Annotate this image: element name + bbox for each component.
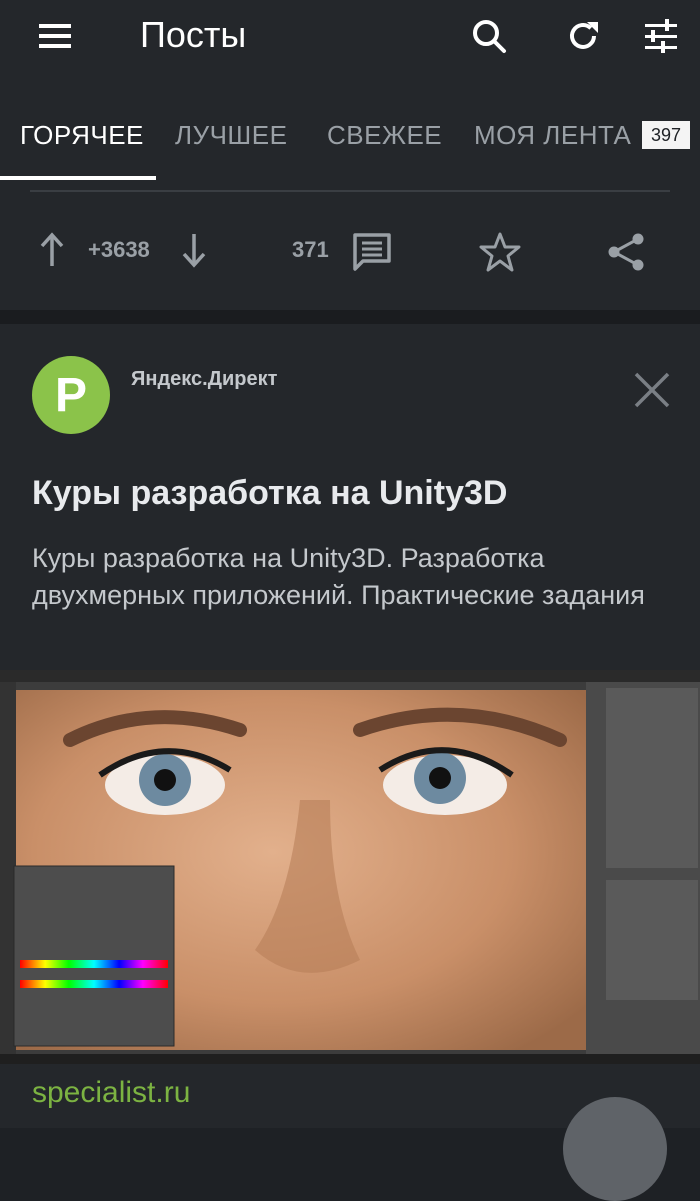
post-footer: +3638 371	[0, 180, 700, 310]
menu-icon[interactable]	[35, 16, 75, 56]
divider	[30, 190, 670, 192]
ad-title[interactable]: Куры разработка на Unity3D	[32, 474, 507, 513]
comment-icon[interactable]	[350, 230, 394, 274]
feed-count-badge: 397	[642, 121, 690, 149]
close-icon[interactable]	[630, 368, 674, 412]
ad-description: Куры разработка на Unity3D. Разработка д…	[32, 543, 645, 610]
tab-fresh[interactable]: СВЕЖЕЕ	[327, 120, 442, 151]
tab-hot[interactable]: ГОРЯЧЕЕ	[20, 120, 144, 151]
arrow-up-icon[interactable]	[34, 230, 70, 270]
post-rating: +3638	[88, 237, 150, 262]
advertiser-name: Яндекс.Директ	[131, 368, 278, 390]
floating-action-button[interactable]	[563, 1097, 667, 1201]
filter-icon[interactable]	[641, 16, 681, 56]
tab-my-feed[interactable]: МОЯ ЛЕНТА	[474, 120, 631, 151]
ad-image[interactable]	[0, 670, 700, 1064]
comments-count: 371	[292, 237, 329, 262]
ad-card[interactable]: P Яндекс.Директ Куры разработка на Unity…	[0, 324, 700, 1128]
arrow-down-icon[interactable]	[176, 230, 212, 270]
tab-bar: ГОРЯЧЕЕ ЛУЧШЕЕ СВЕЖЕЕ МОЯ ЛЕНТА	[0, 108, 700, 180]
search-icon[interactable]	[469, 16, 509, 56]
app-bar: Посты ГОРЯЧЕЕ ЛУЧШЕЕ СВЕЖЕЕ МОЯ ЛЕНТА 39…	[0, 0, 700, 180]
ad-domain-link[interactable]: specialist.ru	[32, 1076, 190, 1110]
refresh-icon[interactable]	[563, 16, 603, 56]
star-icon[interactable]	[478, 230, 522, 274]
feed-separator	[0, 310, 700, 324]
advertiser-avatar: P	[32, 356, 110, 434]
page-title: Посты	[140, 14, 247, 55]
tab-best[interactable]: ЛУЧШЕЕ	[175, 120, 287, 151]
share-icon[interactable]	[604, 230, 648, 274]
